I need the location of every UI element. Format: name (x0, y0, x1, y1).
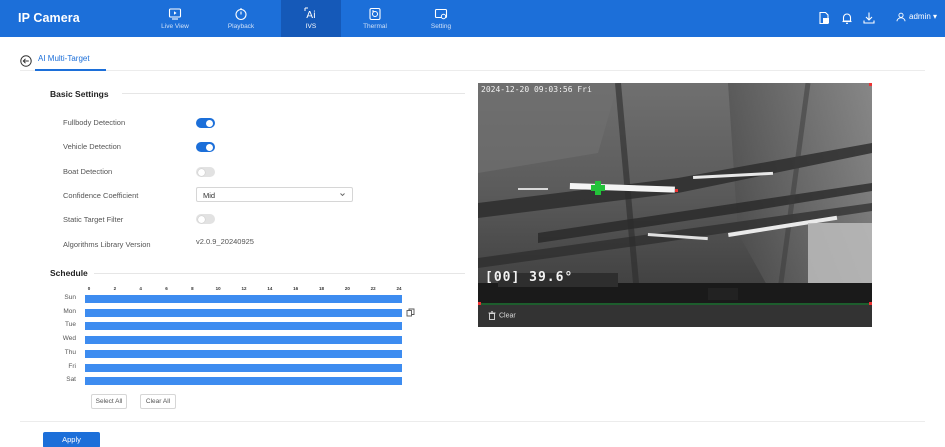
hour-tick-label: 16 (293, 286, 299, 291)
hour-tick-label: 22 (370, 286, 376, 291)
day-label: Sat (66, 376, 76, 384)
hour-tick-label: 14 (267, 286, 273, 291)
schedule-bar[interactable] (85, 377, 402, 386)
day-label: Mon (63, 307, 76, 315)
static-target-filter-label: Static Target Filter (63, 215, 124, 224)
hour-tick-label: 2 (113, 286, 117, 291)
boat-detection-toggle[interactable] (196, 167, 215, 177)
nav-setting[interactable]: Setting (411, 0, 471, 37)
svg-text:Ai: Ai (306, 10, 316, 21)
nav-label: IVS (305, 23, 317, 30)
fullbody-detection-toggle[interactable] (196, 118, 215, 128)
tab-divider (20, 70, 925, 71)
schedule-bar[interactable] (85, 363, 402, 372)
clear-label: Clear (499, 312, 516, 320)
export-file-icon[interactable] (817, 11, 831, 25)
hour-tick-label: 12 (241, 286, 247, 291)
section-divider (122, 93, 465, 94)
day-label: Sun (64, 294, 76, 301)
active-tab-indicator (35, 69, 106, 71)
download-icon[interactable] (862, 11, 876, 25)
user-name: admin ▾ (909, 12, 938, 22)
video-timestamp: 2024-12-20 09:03:56 Fri (481, 85, 592, 94)
ai-icon: Ai (304, 7, 316, 21)
boat-detection-label: Boat Detection (63, 167, 113, 176)
algorithms-version-label: Algorithms Library Version (63, 240, 151, 249)
toggle-knob (198, 215, 205, 223)
nav-live-view[interactable]: Live View (145, 0, 205, 37)
algorithms-version-value: v2.0.9_20240925 (196, 237, 254, 246)
top-navigation-bar: IP Camera Live View Playback Ai IVS Ther… (0, 0, 945, 37)
day-label: Wed (62, 335, 76, 343)
toggle-knob (198, 168, 205, 176)
toggle-knob (206, 119, 213, 127)
user-icon (896, 12, 906, 22)
hour-tick-label: 10 (215, 286, 221, 291)
vehicle-detection-toggle[interactable] (196, 142, 215, 152)
thermal-icon (369, 7, 381, 21)
schedule-bar[interactable] (85, 295, 402, 303)
confidence-coefficient-label: Confidence Coefficient (63, 191, 139, 200)
nav-playback[interactable]: Playback (211, 0, 271, 37)
clear-button[interactable]: Clear (488, 311, 516, 320)
nav-label: Setting (430, 23, 452, 30)
playback-icon (235, 8, 247, 21)
apply-button[interactable]: Apply (43, 432, 100, 447)
confidence-value: Mid (203, 191, 216, 200)
video-preview[interactable]: 2024-12-20 09:03:56 Fri [00] 39.6° (478, 83, 872, 305)
schedule-title: Schedule (50, 268, 88, 278)
select-all-button[interactable]: Select All (91, 394, 127, 409)
confidence-coefficient-select[interactable]: Mid (196, 187, 353, 202)
vehicle-detection-label: Vehicle Detection (63, 142, 121, 151)
setting-icon (434, 8, 448, 20)
nav-ivs[interactable]: Ai IVS (281, 0, 341, 37)
tab-ai-multi-target[interactable]: AI Multi-Target (38, 54, 90, 69)
bell-icon[interactable] (840, 11, 854, 25)
hour-tick-label: 18 (318, 286, 325, 291)
nav-thermal[interactable]: Thermal (345, 0, 405, 37)
basic-settings-title: Basic Settings (50, 89, 109, 99)
schedule-bar[interactable] (85, 322, 402, 331)
copy-icon[interactable] (406, 308, 415, 317)
footer-divider (20, 421, 925, 422)
static-target-filter-toggle[interactable] (196, 214, 215, 224)
clear-all-button[interactable]: Clear All (140, 394, 176, 409)
toggle-knob (206, 143, 213, 151)
nav-label: Live View (161, 23, 189, 30)
video-toolbar: Clear (478, 305, 872, 327)
section-divider (94, 273, 465, 274)
hour-tick-label: 20 (344, 286, 350, 291)
trash-icon (488, 311, 496, 320)
back-arrow-icon[interactable] (20, 55, 32, 67)
monitor-icon (168, 8, 182, 20)
hour-tick-label: 0 (87, 286, 91, 291)
hour-tick-label: 8 (191, 286, 194, 291)
schedule-bar[interactable] (85, 336, 402, 345)
day-label: Thu (64, 348, 76, 356)
user-menu[interactable]: admin ▾ (896, 12, 937, 22)
hour-tick-label: 6 (165, 286, 168, 291)
day-label: Fri (68, 362, 76, 370)
day-label: Tue (65, 321, 76, 329)
app-title: IP Camera (18, 11, 80, 25)
temperature-readout: [00] 39.6° (485, 270, 574, 285)
hour-tick-label: 24 (396, 286, 402, 291)
fullbody-detection-label: Fullbody Detection (63, 118, 126, 127)
nav-label: Playback (227, 23, 255, 30)
schedule-bar[interactable] (85, 349, 402, 358)
chevron-down-icon (340, 193, 345, 197)
nav-label: Thermal (363, 23, 387, 30)
schedule-bar[interactable] (85, 308, 402, 317)
hour-tick-label: 4 (139, 286, 142, 291)
